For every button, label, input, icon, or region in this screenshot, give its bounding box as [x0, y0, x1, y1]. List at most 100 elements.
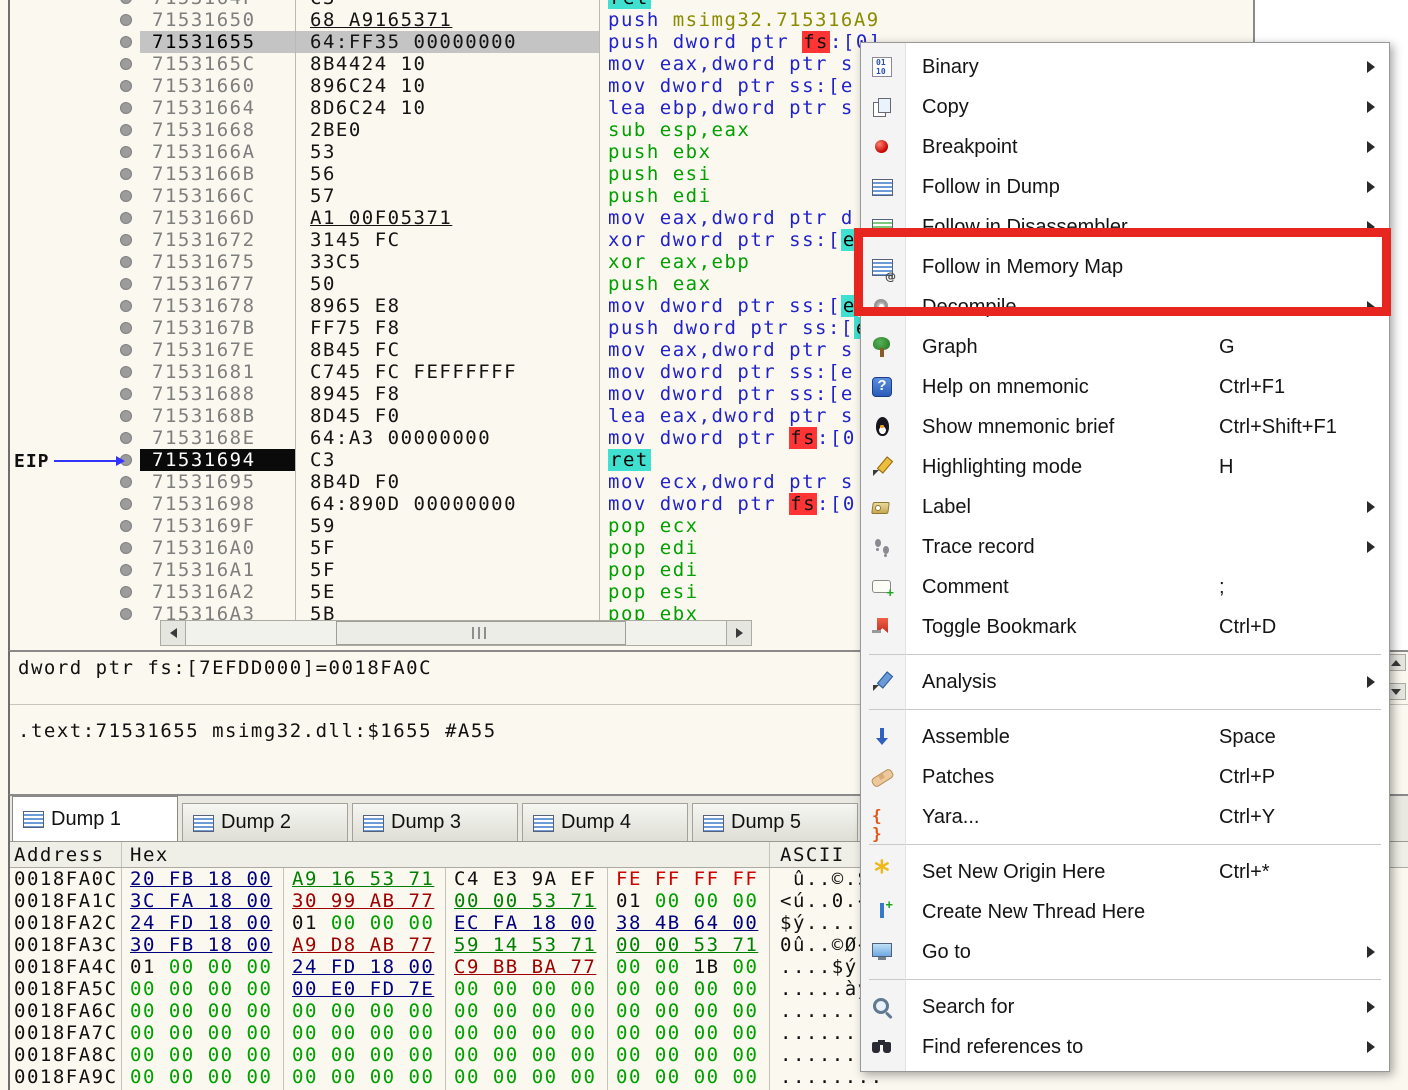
hex-byte: 00: [654, 1044, 681, 1066]
breakpoint-dot[interactable]: [120, 542, 132, 554]
menu-item-analysis[interactable]: Analysis: [861, 662, 1389, 702]
menu-item-show-mnemonic-brief[interactable]: Show mnemonic brief Ctrl+Shift+F1: [861, 407, 1389, 447]
breakpoint-dot[interactable]: [120, 256, 132, 268]
hex-byte: 00: [531, 1022, 558, 1044]
follow-memory-map-icon: [870, 255, 896, 283]
breakpoint-dot[interactable]: [120, 36, 132, 48]
menu-item-find-references-to[interactable]: Find references to: [861, 1027, 1389, 1067]
menu-item-go-to[interactable]: Go to: [861, 932, 1389, 972]
breakpoint-gutter: [10, 273, 140, 295]
menu-item-set-new-origin-here[interactable]: Set New Origin Here Ctrl+*: [861, 852, 1389, 892]
breakpoint-dot[interactable]: [120, 212, 132, 224]
breakpoint-dot[interactable]: [120, 476, 132, 488]
breakpoint-dot[interactable]: [120, 234, 132, 246]
menu-item-toggle-bookmark[interactable]: Toggle Bookmark Ctrl+D: [861, 607, 1389, 647]
menu-item-follow-in-memory-map[interactable]: Follow in Memory Map: [861, 247, 1389, 287]
menu-item-assemble[interactable]: Assemble Space: [861, 717, 1389, 757]
menu-item-trace-record[interactable]: Trace record: [861, 527, 1389, 567]
instruction-bytes: 8D45 F0: [296, 405, 600, 427]
breakpoint-dot[interactable]: [120, 586, 132, 598]
hex-byte: 00: [492, 978, 519, 1000]
breakpoint-dot[interactable]: [120, 14, 132, 26]
menu-item-comment[interactable]: Comment;: [861, 567, 1389, 607]
instruction-token: ret: [608, 449, 651, 471]
breakpoint-dot[interactable]: [120, 564, 132, 576]
breakpoint-dot[interactable]: [120, 124, 132, 136]
disasm-row[interactable]: 71531650 68 A9165371 push msimg32.715316A9: [10, 9, 1253, 31]
breakpoint-dot[interactable]: [120, 432, 132, 444]
tab-dump-4[interactable]: Dump 4: [522, 803, 688, 841]
menu-item-graph[interactable]: Graph G: [861, 327, 1389, 367]
breakpoint-dot[interactable]: [120, 608, 132, 620]
menu-item-help-on-mnemonic[interactable]: Help on mnemonic Ctrl+F1: [861, 367, 1389, 407]
tab-dump-3[interactable]: Dump 3: [352, 803, 518, 841]
breakpoint-dot[interactable]: [120, 80, 132, 92]
scroll-right-button[interactable]: [726, 621, 751, 645]
tab-dump-5[interactable]: Dump 5: [692, 803, 858, 841]
menu-item-decompile[interactable]: Decompile: [861, 287, 1389, 327]
menu-item-binary[interactable]: Binary: [861, 47, 1389, 87]
menu-item-yara[interactable]: Yara... Ctrl+Y: [861, 797, 1389, 844]
breakpoint-dot[interactable]: [120, 168, 132, 180]
breakpoint-dot[interactable]: [120, 58, 132, 70]
menu-item-shortcut: Ctrl+Shift+F1: [1219, 415, 1337, 438]
menu-item-breakpoint[interactable]: Breakpoint: [861, 127, 1389, 167]
instruction-bytes: 8D6C24 10: [296, 97, 600, 119]
menu-item-search-for[interactable]: Search for: [861, 987, 1389, 1027]
instruction-address: 715316A1: [140, 559, 296, 581]
instruction-text: push esi: [600, 163, 712, 185]
menu-item-patches[interactable]: Patches Ctrl+P: [861, 757, 1389, 797]
breakpoint-gutter: [10, 317, 140, 339]
breakpoint-dot[interactable]: [120, 410, 132, 422]
tab-dump-1[interactable]: Dump 1: [12, 796, 178, 841]
breakpoint-dot[interactable]: [120, 102, 132, 114]
scroll-left-button[interactable]: [161, 621, 186, 645]
menu-item-highlighting-mode[interactable]: Highlighting mode H: [861, 447, 1389, 487]
instruction-address: 715316A0: [140, 537, 296, 559]
hex-byte: 00: [693, 1022, 720, 1044]
menu-item-copy[interactable]: Copy: [861, 87, 1389, 127]
breakpoint-dot[interactable]: [120, 344, 132, 356]
breakpoint-gutter: [10, 559, 140, 581]
instruction-bytes: 8B45 FC: [296, 339, 600, 361]
hex-group: 00 E0 FD 7E: [284, 978, 446, 1000]
menu-item-label: Follow in Dump: [922, 175, 1060, 198]
disassembly-horizontal-scrollbar[interactable]: [160, 620, 752, 646]
scrollbar-track[interactable]: [186, 621, 726, 645]
breakpoint-dot[interactable]: [120, 190, 132, 202]
instruction-bytes: C745 FC FEFFFFFF: [296, 361, 600, 383]
menu-item-follow-in-dump[interactable]: Follow in Dump: [861, 167, 1389, 207]
breakpoint-dot[interactable]: [120, 278, 132, 290]
breakpoint-dot[interactable]: [120, 520, 132, 532]
tab-dump-2[interactable]: Dump 2: [182, 803, 348, 841]
breakpoint-dot[interactable]: [120, 366, 132, 378]
menu-separator: [869, 709, 1381, 710]
menu-item-label: Help on mnemonic: [922, 375, 1089, 398]
hex-byte: 00: [732, 1044, 759, 1066]
breakpoint-dot[interactable]: [120, 146, 132, 158]
search-icon: [870, 995, 894, 1019]
debugger-window: 7153164FC3ret7153165068 A9165371push msi…: [0, 0, 1408, 1090]
instruction-address: 71531677: [140, 273, 296, 295]
breakpoint-dot[interactable]: [120, 388, 132, 400]
breakpoint-dot[interactable]: [120, 300, 132, 312]
hex-byte: 00: [330, 1066, 357, 1088]
menu-item-shortcut: ;: [1219, 575, 1225, 598]
instruction-token: pop esi: [608, 581, 699, 603]
menu-item-label[interactable]: Label: [861, 487, 1389, 527]
hex-group: 00 00 53 71: [446, 890, 608, 912]
breakpoint-dot[interactable]: [120, 0, 132, 4]
breakpoint-gutter: [10, 361, 140, 383]
instruction-text: push edi: [600, 185, 712, 207]
scrollbar-thumb[interactable]: [336, 621, 626, 645]
menu-item-create-new-thread-here[interactable]: Create New Thread Here: [861, 892, 1389, 932]
menu-separator: [869, 979, 1381, 980]
menu-item-follow-in-disassembler[interactable]: Follow in Disassembler: [861, 207, 1389, 247]
disasm-row[interactable]: 7153164FC3 ret: [10, 0, 1253, 9]
hex-byte: 00: [732, 956, 759, 978]
breakpoint-dot[interactable]: [120, 322, 132, 334]
hex-byte: 00: [330, 1000, 357, 1022]
breakpoint-dot[interactable]: [120, 498, 132, 510]
decompile-icon: [870, 295, 894, 319]
instruction-bytes: 8945 F8: [296, 383, 600, 405]
